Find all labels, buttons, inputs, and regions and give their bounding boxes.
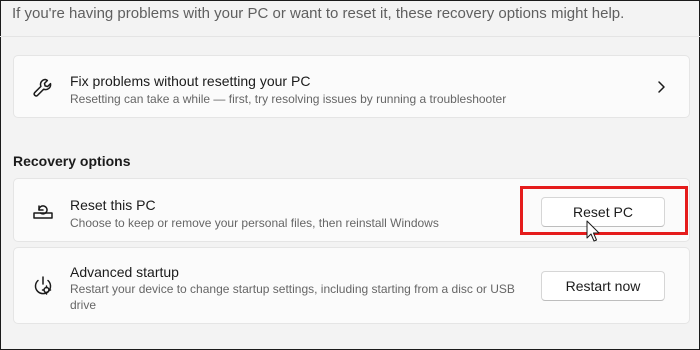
fix-problems-description: Resetting can take a while — first, try … xyxy=(70,92,507,106)
recovery-options-heading: Recovery options xyxy=(13,153,131,169)
reset-pc-button[interactable]: Reset PC xyxy=(541,197,665,227)
reset-pc-icon xyxy=(31,199,55,223)
reset-pc-title: Reset this PC xyxy=(70,197,156,213)
fix-problems-card[interactable]: Fix problems without resetting your PC R… xyxy=(13,55,690,118)
reset-pc-description: Choose to keep or remove your personal f… xyxy=(70,216,439,230)
intro-text: If you're having problems with your PC o… xyxy=(12,5,625,22)
fix-problems-title: Fix problems without resetting your PC xyxy=(70,73,311,89)
restart-now-button[interactable]: Restart now xyxy=(541,271,665,301)
advanced-startup-card: Advanced startup Restart your device to … xyxy=(13,247,690,324)
advanced-startup-icon xyxy=(31,274,55,298)
divider xyxy=(0,36,700,37)
chevron-right-icon[interactable] xyxy=(655,78,667,96)
reset-pc-card: Reset this PC Choose to keep or remove y… xyxy=(13,178,690,242)
advanced-startup-title: Advanced startup xyxy=(70,264,179,280)
wrench-icon xyxy=(31,76,55,100)
advanced-startup-description: Restart your device to change startup se… xyxy=(70,282,515,312)
